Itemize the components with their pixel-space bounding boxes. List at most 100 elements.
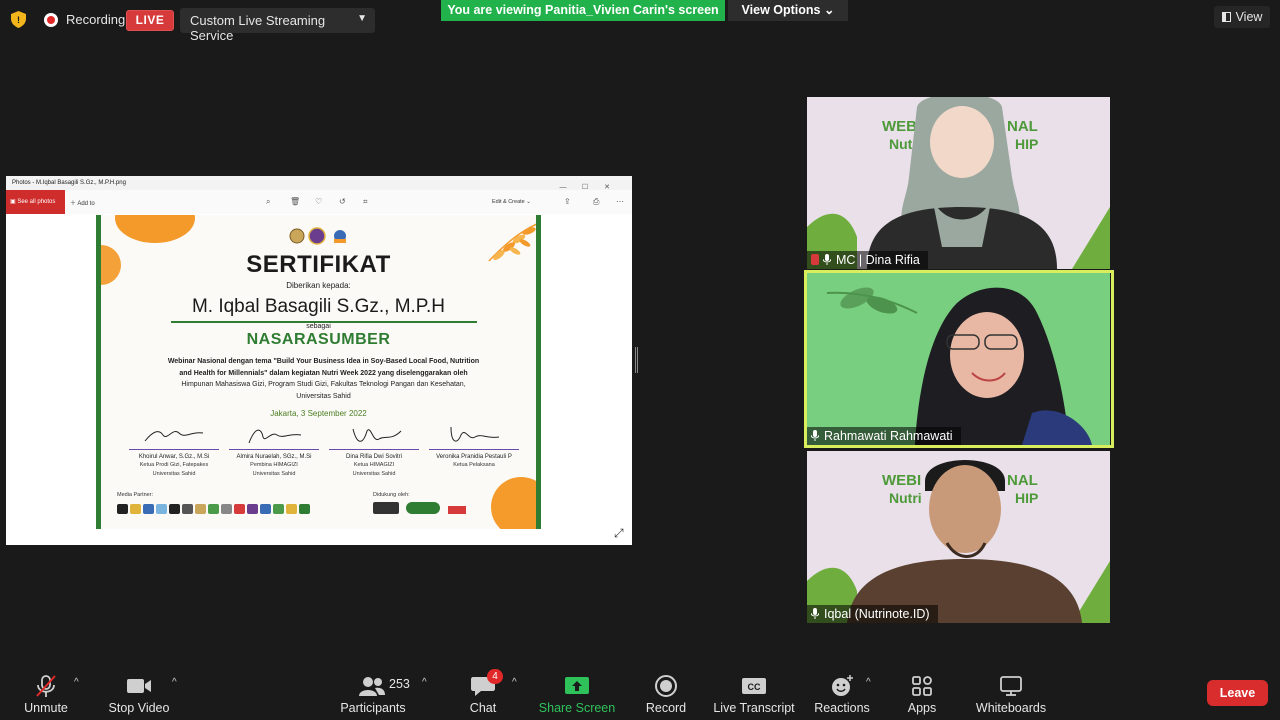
more-icon: ⋯ bbox=[616, 197, 624, 206]
caret-down-icon: ▼ bbox=[357, 13, 367, 24]
live-transcript-button[interactable]: CC Live Transcript bbox=[710, 672, 798, 720]
svg-text:CC: CC bbox=[748, 682, 761, 692]
video-tile[interactable]: WEBI NAL Nutri HIP MC | Dina Rifia bbox=[807, 97, 1110, 269]
reactions-smiley-icon bbox=[832, 675, 853, 696]
signatory-4: Veronika Pranidia Pestauli P Ketua Pelak… bbox=[425, 423, 523, 469]
certificate-role: NASARASUMBER bbox=[246, 331, 391, 348]
split-resize-handle[interactable] bbox=[635, 347, 638, 373]
view-layout-icon bbox=[1221, 12, 1231, 22]
streaming-service-label: Custom Live Streaming Service bbox=[190, 13, 326, 43]
expand-icon: ⤢ bbox=[614, 526, 624, 540]
participant-name: Iqbal (Nutrinote.ID) bbox=[824, 607, 930, 621]
whiteboards-button[interactable]: Whiteboards bbox=[970, 672, 1052, 720]
whiteboards-label: Whiteboards bbox=[975, 701, 1047, 715]
live-badge[interactable]: LIVE bbox=[126, 10, 174, 31]
audio-options-caret[interactable]: ^ bbox=[74, 677, 79, 688]
closed-captions-icon: CC bbox=[742, 678, 766, 694]
signatory-1: Khoirul Anwar, S.Gz., M.Si Ketua Prodi G… bbox=[125, 423, 223, 478]
participant-name: MC | Dina Rifia bbox=[836, 253, 920, 267]
stop-video-button[interactable]: Stop Video bbox=[104, 672, 174, 720]
photos-window-title: Photos - M.Iqbal Basagili S.Gz., M.P.H.p… bbox=[12, 180, 126, 186]
unmute-button[interactable]: Unmute bbox=[16, 672, 76, 720]
view-button[interactable]: View bbox=[1214, 6, 1270, 28]
svg-text:HIP: HIP bbox=[1015, 136, 1038, 152]
whiteboard-icon bbox=[1000, 676, 1022, 696]
participants-options-caret[interactable]: ^ bbox=[422, 677, 427, 688]
participant-name-tag: Rahmawati Rahmawati bbox=[807, 427, 961, 445]
signature-line bbox=[329, 449, 419, 450]
view-options-button[interactable]: View Options ⌄ bbox=[728, 0, 848, 21]
add-to-button: ＋ Add to bbox=[70, 201, 95, 207]
certificate-date: Jakarta, 3 September 2022 bbox=[270, 409, 367, 418]
share-screen-button[interactable]: Share Screen bbox=[538, 672, 616, 720]
streaming-service-dropdown[interactable]: Custom Live Streaming Service ▼ bbox=[180, 8, 375, 43]
reactions-button[interactable]: Reactions bbox=[812, 672, 872, 720]
recording-indicator-icon bbox=[811, 254, 819, 265]
crop-icon: ⌗ bbox=[363, 197, 368, 206]
leave-button[interactable]: Leave bbox=[1207, 680, 1268, 706]
certificate-body-line: Himpunan Mahasiswa Gizi, Program Studi G… bbox=[181, 381, 466, 388]
participant-video bbox=[807, 273, 1110, 445]
photos-window-titlebar: Photos - M.Iqbal Basagili S.Gz., M.P.H.p… bbox=[6, 176, 632, 190]
delete-icon: 🗑 bbox=[290, 197, 301, 206]
apps-icon bbox=[912, 676, 932, 696]
certificate-as: sebagai bbox=[306, 323, 331, 330]
signatory-position: Universitas Sahid bbox=[152, 471, 196, 477]
signature-icon bbox=[248, 429, 302, 444]
certificate-body-line: and Health for Millennials" dalam kegiat… bbox=[179, 369, 468, 377]
shared-screen[interactable]: Photos - M.Iqbal Basagili S.Gz., M.P.H.p… bbox=[6, 176, 632, 545]
apps-button[interactable]: Apps bbox=[900, 672, 944, 720]
share-screen-label: Share Screen bbox=[538, 701, 616, 715]
record-button[interactable]: Record bbox=[640, 672, 692, 720]
svg-text:NAL: NAL bbox=[1007, 472, 1038, 489]
signature-icon bbox=[144, 431, 204, 442]
decor-blob bbox=[491, 477, 536, 529]
signatures: Khoirul Anwar, S.Gz., M.Si Ketua Prodi G… bbox=[125, 423, 525, 483]
unmute-label: Unmute bbox=[24, 701, 68, 715]
share-icon: ⇪ bbox=[564, 197, 571, 206]
decor-blob bbox=[115, 215, 195, 243]
media-partner-label: Media Partner: bbox=[117, 492, 154, 498]
reactions-label: Reactions bbox=[814, 701, 870, 715]
certificate-body-line: Webinar Nasional dengan tema "Build Your… bbox=[167, 358, 480, 365]
media-partner-logos bbox=[117, 501, 357, 515]
video-tile[interactable]: Rahmawati Rahmawati bbox=[807, 273, 1110, 445]
supported-by-label: Didukung oleh: bbox=[373, 492, 410, 498]
print-icon: ⎙ bbox=[593, 197, 600, 206]
certificate-given-to: Diberikan kepada: bbox=[286, 281, 351, 290]
see-all-photos-label: See all photos bbox=[17, 199, 56, 205]
muted-microphone-icon bbox=[36, 675, 56, 697]
video-camera-icon bbox=[127, 679, 151, 693]
signatory-position: Ketua Prodi Gizi, Fatepakes bbox=[139, 462, 209, 468]
signatory-name: Dina Rifia Dwi Sovitri bbox=[345, 454, 402, 460]
certificate-image: SERTIFIKAT Diberikan kepada: M. Iqbal Ba… bbox=[96, 215, 541, 529]
live-transcript-label: Live Transcript bbox=[713, 701, 795, 715]
video-tile[interactable]: WEBI NAL Nutri HIP Iqbal (Nutrinote.ID) bbox=[807, 451, 1110, 623]
stop-video-label: Stop Video bbox=[108, 701, 170, 715]
signatory-name: Khoirul Anwar, S.Gz., M.Si bbox=[138, 454, 210, 460]
chat-options-caret[interactable]: ^ bbox=[512, 677, 517, 688]
recording-dot-icon bbox=[44, 13, 58, 27]
recording-label[interactable]: Recording bbox=[66, 12, 125, 27]
certificate-title: SERTIFIKAT bbox=[246, 251, 391, 278]
signatory-3: Dina Rifia Dwi Sovitri Ketua HIMAGIZI Un… bbox=[325, 423, 423, 478]
certificate-recipient: M. Iqbal Basagili S.Gz., M.P.H bbox=[191, 296, 446, 317]
security-shield-icon[interactable]: ! bbox=[11, 11, 26, 28]
svg-text:HIP: HIP bbox=[1015, 490, 1038, 506]
signature-line bbox=[429, 449, 519, 450]
share-screen-icon bbox=[565, 677, 589, 694]
participant-name-tag: MC | Dina Rifia bbox=[807, 251, 928, 269]
chat-unread-badge: 4 bbox=[487, 669, 503, 684]
chat-label: Chat bbox=[469, 701, 497, 715]
signatory-position: Ketua Pelaksana bbox=[453, 462, 495, 468]
reactions-options-caret[interactable]: ^ bbox=[866, 677, 871, 688]
video-options-caret[interactable]: ^ bbox=[172, 677, 177, 688]
participant-name: Rahmawati Rahmawati bbox=[824, 429, 953, 443]
participant-name-tag: Iqbal (Nutrinote.ID) bbox=[807, 605, 938, 623]
favorite-icon: ♡ bbox=[315, 197, 323, 206]
zoom-icon: ⌕ bbox=[266, 197, 271, 206]
see-all-photos-button: ▣ See all photos bbox=[6, 190, 65, 214]
photos-toolbar: ▣ See all photos ＋ Add to ⌕ 🗑 ♡ ↺ ⌗ Edit… bbox=[6, 190, 632, 214]
signatory-position: Universitas Sahid bbox=[252, 471, 296, 477]
record-icon bbox=[655, 675, 677, 697]
